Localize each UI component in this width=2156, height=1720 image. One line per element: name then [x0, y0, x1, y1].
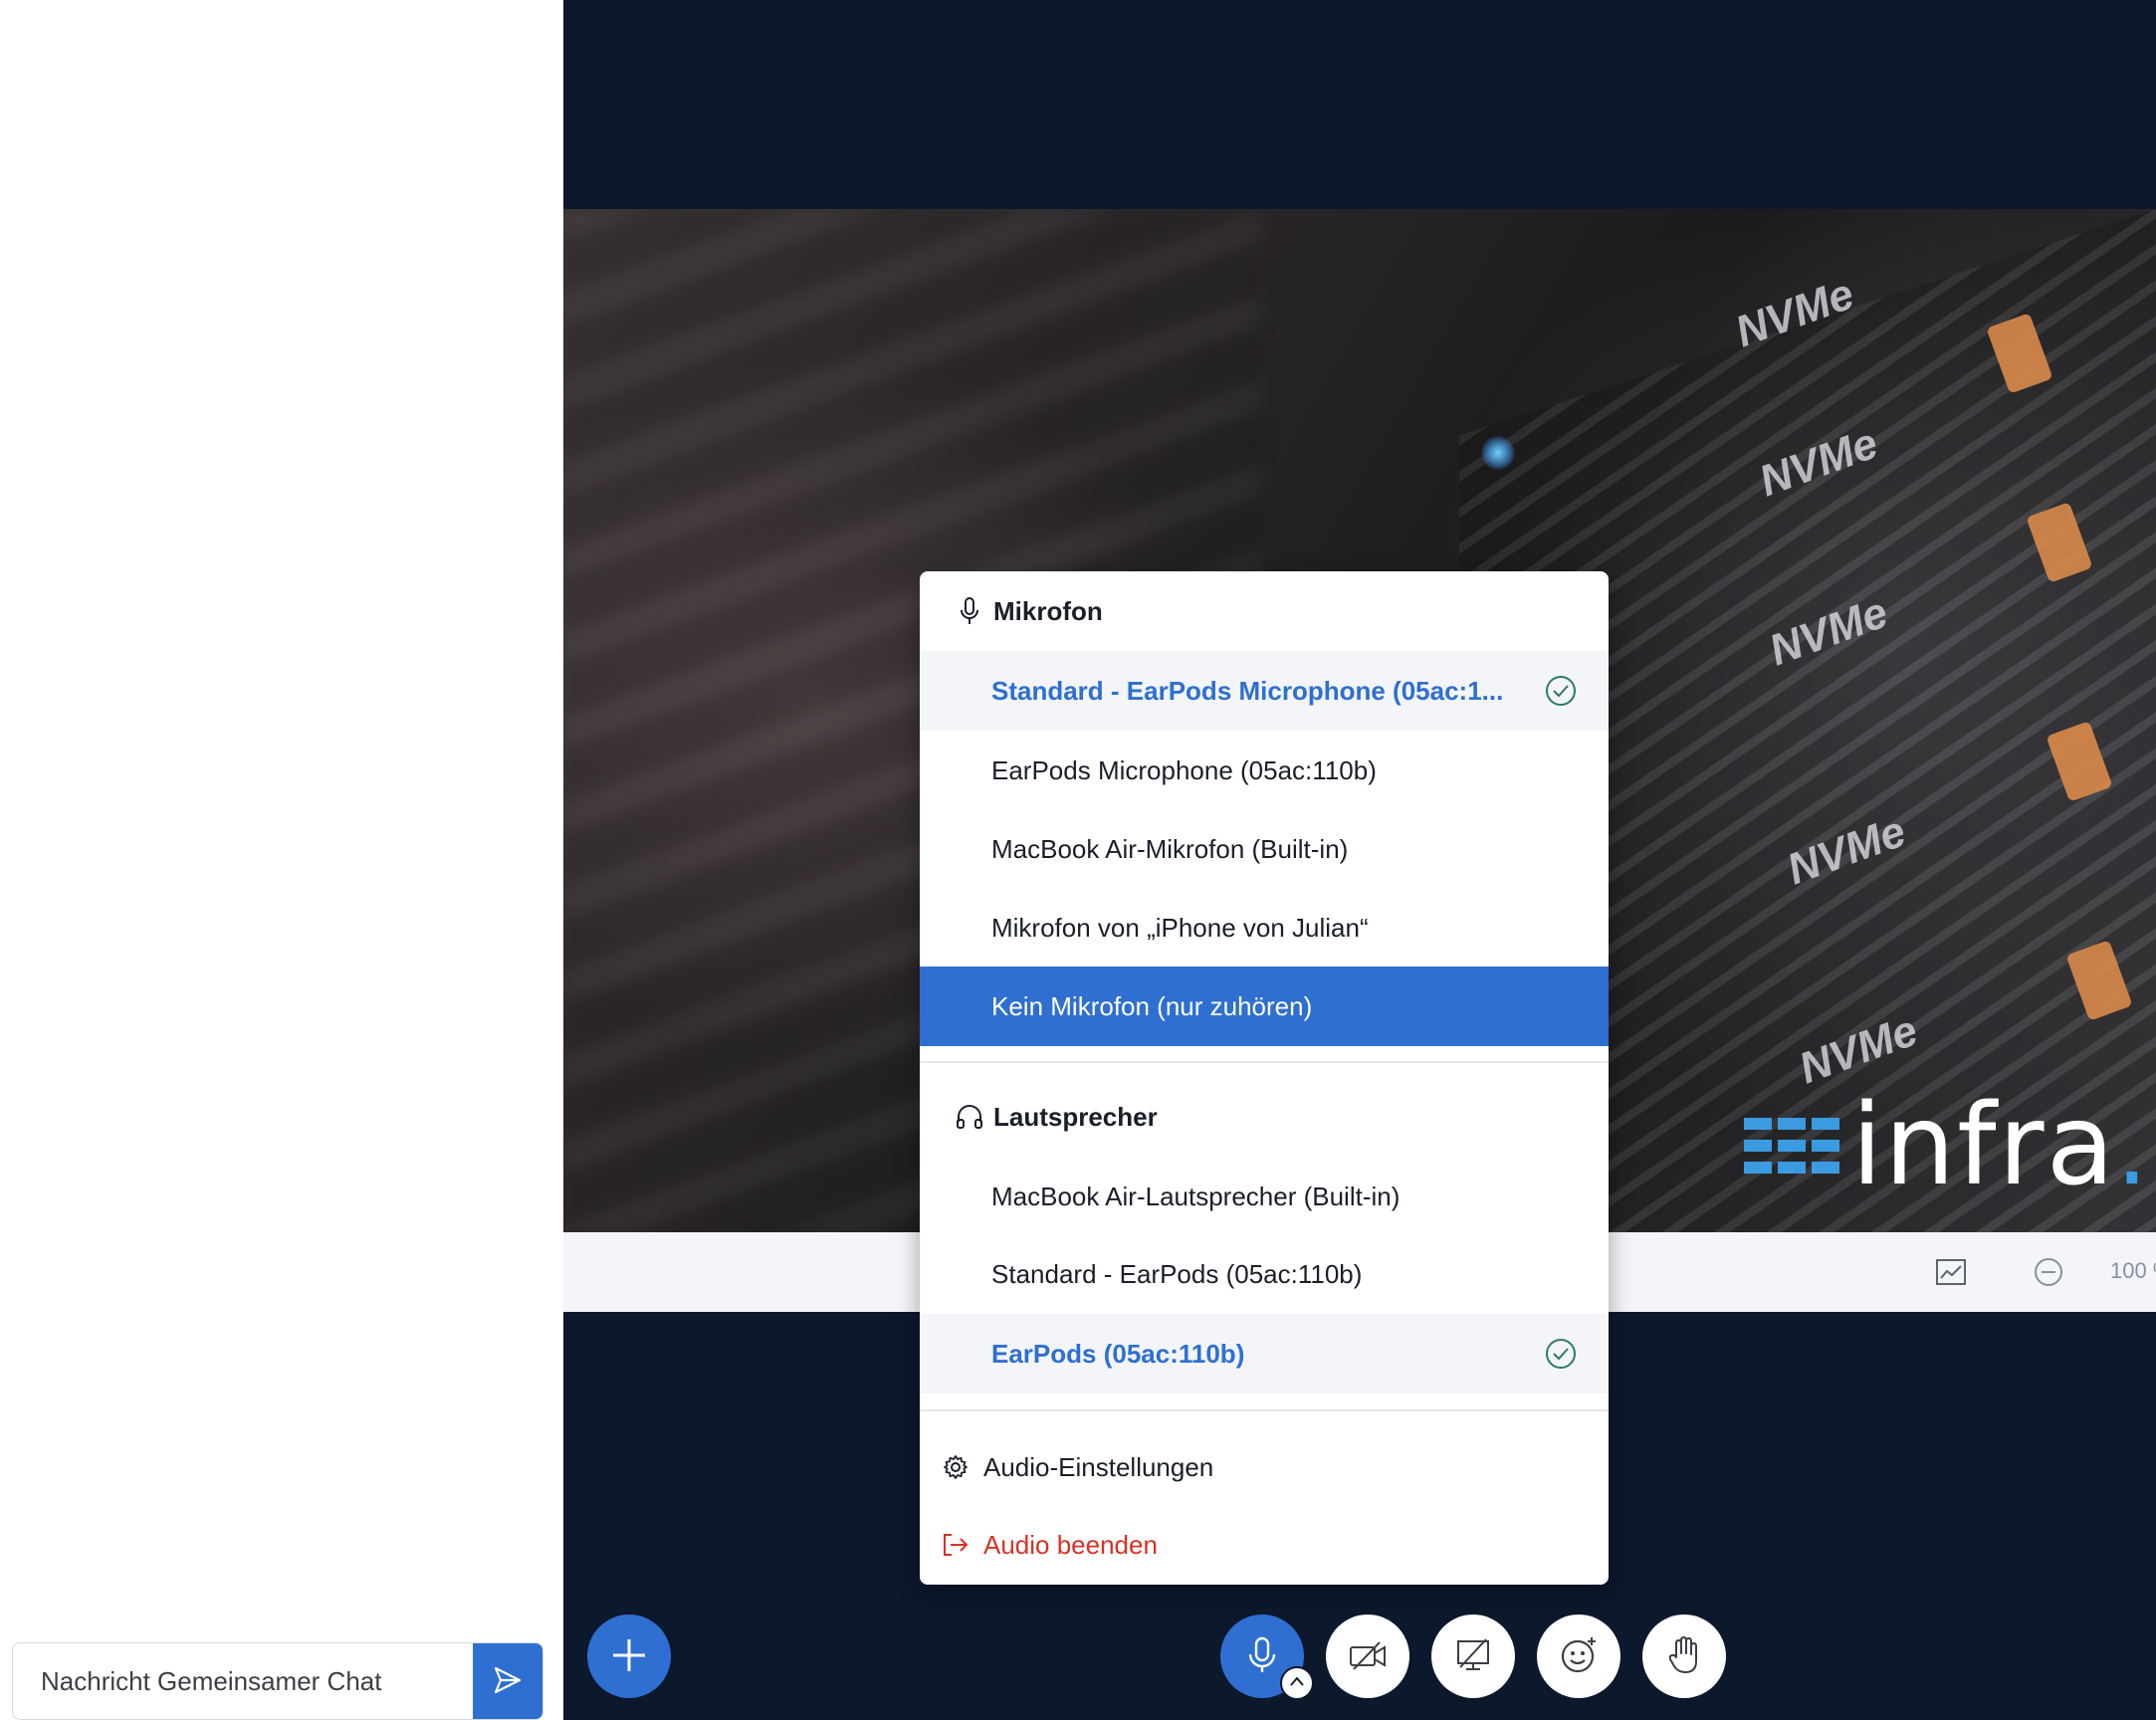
speaker-section-title: Lautsprecher: [993, 1101, 1158, 1132]
chat-panel: [0, 0, 563, 1720]
microphone-option-label: EarPods Microphone (05ac:110b): [991, 754, 1377, 785]
audio-settings-button[interactable]: Audio-Einstellungen: [920, 1427, 1609, 1507]
microphone-section-title: Mikrofon: [993, 595, 1103, 626]
audio-options-toggle[interactable]: [1280, 1666, 1314, 1700]
microphone-option[interactable]: Kein Mikrofon (nur zuhören): [920, 967, 1609, 1046]
audio-menu: Mikrofon Standard - EarPods Microphone (…: [920, 571, 1609, 1585]
speaker-option-label: MacBook Air-Lautsprecher (Built-in): [991, 1181, 1401, 1211]
camera-off-icon: [1348, 1639, 1388, 1674]
microphone-option-label: Mikrofon von „iPhone von Julian“: [991, 912, 1369, 943]
check-circle-icon: [1545, 675, 1577, 707]
send-icon: [492, 1664, 524, 1699]
actions-button[interactable]: [587, 1614, 671, 1698]
zoom-level: 100 %: [2110, 1258, 2156, 1283]
raise-hand-button[interactable]: [1642, 1614, 1726, 1698]
check-circle-icon: [1545, 1338, 1577, 1370]
plus-icon: [609, 1635, 649, 1678]
speaker-option-label: Standard - EarPods (05ac:110b): [991, 1258, 1363, 1289]
screenshare-button[interactable]: [1431, 1614, 1515, 1698]
camera-button[interactable]: [1326, 1614, 1409, 1698]
hand-icon: [1666, 1635, 1702, 1678]
microphone-option-label: Standard - EarPods Microphone (05ac:1...: [991, 675, 1504, 706]
chat-composer: [12, 1642, 543, 1720]
microphone-option-label: MacBook Air-Mikrofon (Built-in): [991, 833, 1349, 864]
chevron-up-icon: [1289, 1674, 1305, 1692]
microphone-option-label: Kein Mikrofon (nur zuhören): [991, 990, 1313, 1021]
screenshare-off-icon: [1454, 1637, 1492, 1676]
reactions-button[interactable]: [1537, 1614, 1620, 1698]
headphones-icon: [952, 1104, 987, 1130]
microphone-icon: [1244, 1635, 1280, 1678]
logo-text: infra: [1851, 1081, 2117, 1210]
leave-icon: [940, 1532, 971, 1558]
microphone-icon: [952, 596, 987, 626]
audio-settings-label: Audio-Einstellungen: [983, 1451, 1214, 1482]
speaker-section-header: Lautsprecher: [920, 1077, 1609, 1157]
slide-led: [1481, 436, 1515, 470]
menu-divider: [920, 1061, 1609, 1063]
microphone-option[interactable]: Mikrofon von „iPhone von Julian“: [920, 888, 1609, 968]
slide-logo: infra .: [1744, 1090, 2147, 1201]
microphone-option[interactable]: MacBook Air-Mikrofon (Built-in): [920, 809, 1609, 889]
menu-divider: [920, 1409, 1609, 1411]
speaker-option[interactable]: EarPods (05ac:110b): [920, 1314, 1609, 1394]
logo-bars: [1744, 1118, 1839, 1174]
speaker-option[interactable]: Standard - EarPods (05ac:110b): [920, 1234, 1609, 1314]
emoji-icon: [1559, 1635, 1599, 1678]
leave-audio-button[interactable]: Audio beenden: [920, 1505, 1609, 1585]
microphone-section-header: Mikrofon: [920, 571, 1609, 651]
chart-icon[interactable]: [1933, 1254, 1969, 1290]
speaker-option-label: EarPods (05ac:110b): [991, 1338, 1245, 1369]
microphone-option[interactable]: EarPods Microphone (05ac:110b): [920, 731, 1609, 810]
leave-audio-label: Audio beenden: [983, 1529, 1158, 1560]
gear-icon: [940, 1454, 971, 1480]
speaker-option[interactable]: MacBook Air-Lautsprecher (Built-in): [920, 1157, 1609, 1236]
microphone-option[interactable]: Standard - EarPods Microphone (05ac:1...: [920, 651, 1609, 731]
logo-dot: .: [2116, 1083, 2148, 1207]
chat-message-input[interactable]: [13, 1643, 499, 1719]
send-message-button[interactable]: [473, 1643, 542, 1719]
zoom-out-icon[interactable]: [2031, 1254, 2066, 1290]
